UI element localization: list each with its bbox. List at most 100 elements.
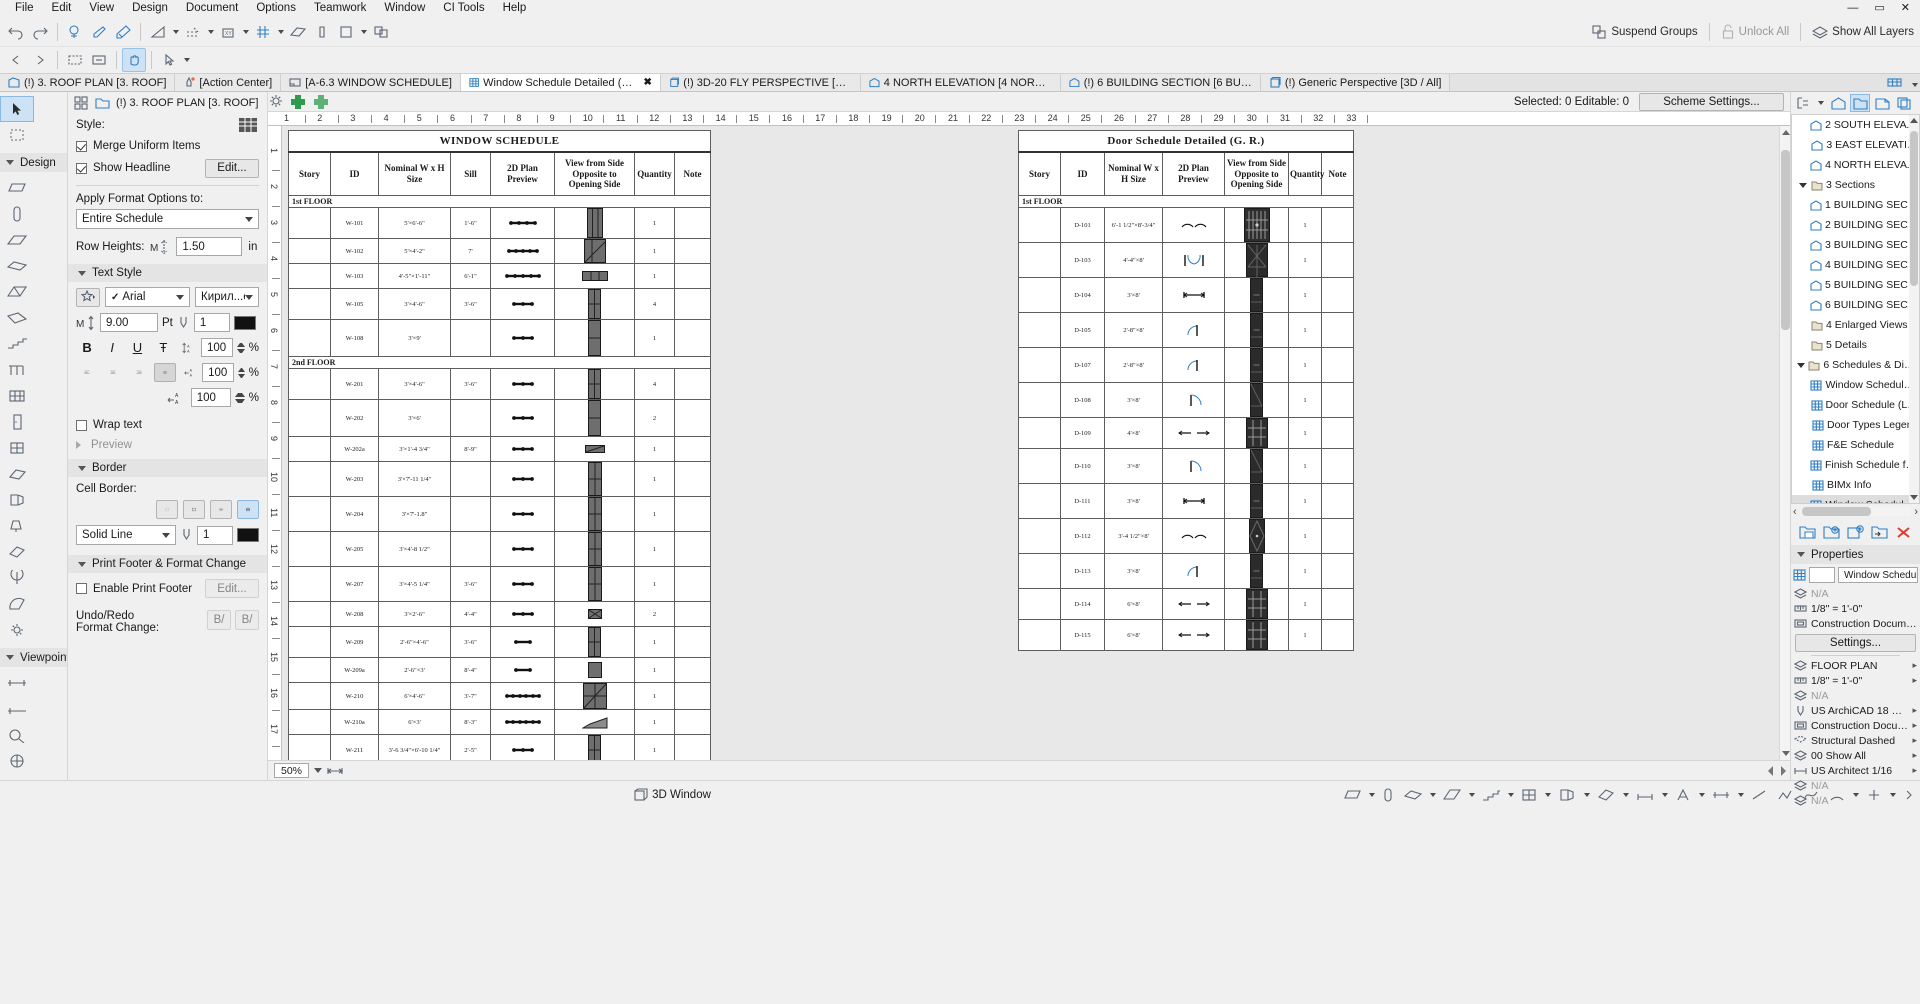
lamp-tool-icon[interactable] xyxy=(0,513,34,539)
property-row-1-8-1-0[interactable]: 1/8" = 1'-0" ▸ xyxy=(1791,673,1920,688)
table-row[interactable]: D-107 2'-8"×8' 1 xyxy=(1018,347,1354,383)
hotspot-status-dropdown-icon[interactable] xyxy=(1887,784,1898,806)
arrow-cursor-icon[interactable] xyxy=(157,48,181,72)
row-heights-input[interactable]: 1.50 xyxy=(176,237,243,256)
tab-generic-perspective[interactable]: (!) Generic Perspective [3D / All] xyxy=(1260,74,1451,91)
door-tool-icon[interactable] xyxy=(0,409,34,435)
favorites-button[interactable] xyxy=(76,287,100,307)
property-row-construction-documents-detai[interactable]: Construction Documents Detai... ▸ xyxy=(1791,718,1920,733)
horizontal-ruler[interactable]: 1 2 3 4 5 6 7 8 9 10 11 12 13 14 15 16 17 18 19 20 21 22 23 24 2… xyxy=(268,112,1790,126)
chevron-right-icon[interactable]: ▸ xyxy=(1912,675,1920,686)
scrollbar-thumb[interactable] xyxy=(1910,131,1918,286)
table-row[interactable]: D-110 3'×8' 1 xyxy=(1018,448,1354,484)
wrap-text-checkbox[interactable]: Wrap text xyxy=(76,419,259,431)
syringe-icon[interactable] xyxy=(111,20,135,44)
object-tool-icon[interactable] xyxy=(0,487,34,513)
table-row[interactable]: W-210a 6'×3' 8'-3" 1 xyxy=(288,709,712,735)
tab-window-schedule-detailed[interactable]: Window Schedule Detailed (G. R.) ... ✖ xyxy=(460,74,661,91)
wall-tool-icon[interactable] xyxy=(310,20,334,44)
property-row-00-show-all[interactable]: 00 Show All ▸ xyxy=(1791,748,1920,763)
curtain-wall-status-icon[interactable] xyxy=(1516,783,1542,807)
grid-display-dropdown-icon[interactable] xyxy=(275,21,286,43)
italic-button[interactable]: I xyxy=(102,338,122,357)
tab-a63-window-schedule[interactable]: [A-6.3 WINDOW SCHEDULE] xyxy=(281,74,461,91)
chevron-right-icon[interactable]: ▸ xyxy=(1912,750,1920,761)
settings-gear-icon[interactable] xyxy=(268,94,284,109)
menu-item-teamwork[interactable]: Teamwork xyxy=(305,0,375,17)
new-view-icon[interactable] xyxy=(1847,524,1864,540)
vertical-ruler[interactable]: 12345678910111213141516171819 xyxy=(268,126,282,760)
tracking-input[interactable]: 100 xyxy=(190,388,231,407)
preview-section[interactable]: Preview xyxy=(76,439,259,451)
palette-section-viewpoint[interactable]: Viewpoint xyxy=(0,648,67,667)
curtain-wall-tool-icon[interactable] xyxy=(0,383,34,409)
window-tool-icon[interactable] xyxy=(0,435,34,461)
schedule-canvas[interactable]: WINDOW SCHEDULE Story ID Nominal W x H Size… xyxy=(282,126,1779,760)
underline-button[interactable]: U xyxy=(126,338,148,357)
text-status-icon[interactable] xyxy=(1670,783,1696,807)
detail-tool-icon[interactable] xyxy=(0,722,34,748)
view-map-icon[interactable] xyxy=(1850,94,1870,112)
property-row-n-a[interactable]: N/A xyxy=(1791,688,1920,703)
green-cross-icon-1[interactable] xyxy=(289,94,307,109)
navigator-item-3-building-section[interactable]: 3 BUILDING SECTION xyxy=(1792,235,1919,255)
navigator-item-door-schedule-large[interactable]: Door Schedule (Large xyxy=(1792,395,1919,415)
curtain-wall-dropdown-icon[interactable] xyxy=(1542,784,1553,806)
menu-item-design[interactable]: Design xyxy=(123,0,177,17)
menu-item-ci-tools[interactable]: CI Tools xyxy=(434,0,493,17)
window-schedule-sheet[interactable]: WINDOW SCHEDULE Story ID Nominal W x H Size… xyxy=(287,130,712,760)
hscroll-track[interactable] xyxy=(1799,507,1912,516)
user-origin-dropdown-icon[interactable] xyxy=(240,21,251,43)
navigator-item-door-types-legend[interactable]: Door Types Legend xyxy=(1792,415,1919,435)
expand-status-icon[interactable] xyxy=(1898,783,1920,807)
tab-3d20-fly-perspective[interactable]: (!) 3D-20 FLY PERSPECTIVE [3D-20 ... xyxy=(660,74,861,91)
zoom-level-input[interactable]: 50% xyxy=(274,763,310,778)
arrow-right-icon[interactable] xyxy=(28,48,52,72)
wall-status-icon[interactable] xyxy=(1338,783,1366,807)
scheme-settings-button[interactable]: Scheme Settings... xyxy=(1639,92,1784,111)
beam-tool-icon[interactable] xyxy=(0,227,34,253)
navigator-item-window-schedule-det[interactable]: Window Schedule Det xyxy=(1792,375,1919,395)
table-row[interactable]: D-108 3'×8' 1 xyxy=(1018,382,1354,418)
table-row[interactable]: D-114 6'×8' 1 xyxy=(1018,588,1354,620)
table-row[interactable]: D-113 3'×8' 1 xyxy=(1018,553,1354,589)
properties-header[interactable]: Properties xyxy=(1791,545,1920,564)
palette-section-design[interactable]: Design xyxy=(0,153,67,172)
table-row[interactable]: W-101 5'×6'-6" 1'-6" 1 xyxy=(288,207,712,239)
text-status-dropdown-icon[interactable] xyxy=(1696,784,1707,806)
border-all-button[interactable] xyxy=(237,500,259,519)
delete-view-icon[interactable] xyxy=(1895,525,1912,540)
worksheet-tool-icon[interactable] xyxy=(0,748,34,774)
mesh-tool-icon[interactable] xyxy=(0,305,34,331)
expand-triangle-icon[interactable] xyxy=(1796,363,1806,368)
properties-settings-button[interactable]: Settings... xyxy=(1795,634,1916,652)
table-row[interactable]: D-101 6'-1 1/2"×8'-3/4" 1 xyxy=(1018,207,1354,243)
navigator-item-4-north-elevation[interactable]: 4 NORTH ELEVATION xyxy=(1792,155,1919,175)
unlock-all-button[interactable]: Unlock All xyxy=(1715,24,1796,40)
align-center-button[interactable] xyxy=(102,363,124,382)
zoom-fit-icon[interactable] xyxy=(87,48,111,72)
navigator-horizontal-scrollbar[interactable]: ‹ › xyxy=(1791,504,1920,519)
scrollbar-thumb[interactable] xyxy=(1781,150,1790,330)
dimension-status-dropdown-icon[interactable] xyxy=(1659,784,1670,806)
suspend-groups-button[interactable]: Suspend Groups xyxy=(1585,24,1703,40)
canvas-vertical-scrollbar[interactable] xyxy=(1779,126,1790,760)
navigator-dropdown-icon[interactable] xyxy=(1815,92,1826,114)
navigator-item-bimx-info[interactable]: BIMx Info xyxy=(1792,475,1919,495)
property-name-input[interactable]: Window Schedule Detaile xyxy=(1838,567,1918,583)
save-view-icon[interactable] xyxy=(1823,525,1840,540)
table-row[interactable]: W-204 3'×7'-1.8" 1 xyxy=(288,496,712,532)
fit-in-window-icon[interactable] xyxy=(327,765,344,777)
tab-6-building-section[interactable]: (!) 6 BUILDING SECTION [6 BUILDI... xyxy=(1060,74,1261,91)
text-width-stepper[interactable] xyxy=(237,364,245,381)
dimension-status-icon[interactable] xyxy=(1631,783,1659,807)
property-row-floor-plan[interactable]: FLOOR PLAN ▸ xyxy=(1791,658,1920,673)
slab-tool-icon[interactable] xyxy=(0,253,34,279)
slab-status-icon[interactable] xyxy=(1399,783,1427,807)
hscroll-left-icon[interactable]: ‹ xyxy=(1793,506,1797,518)
project-map-icon[interactable] xyxy=(1828,94,1848,112)
border-pen-input[interactable]: 1 xyxy=(197,525,233,545)
marquee-zoom-icon[interactable] xyxy=(63,20,87,44)
navigator-item-finish-schedule-from-2[interactable]: Finish Schedule from 2 xyxy=(1792,455,1919,475)
headline-edit-button[interactable]: Edit... xyxy=(205,158,259,178)
